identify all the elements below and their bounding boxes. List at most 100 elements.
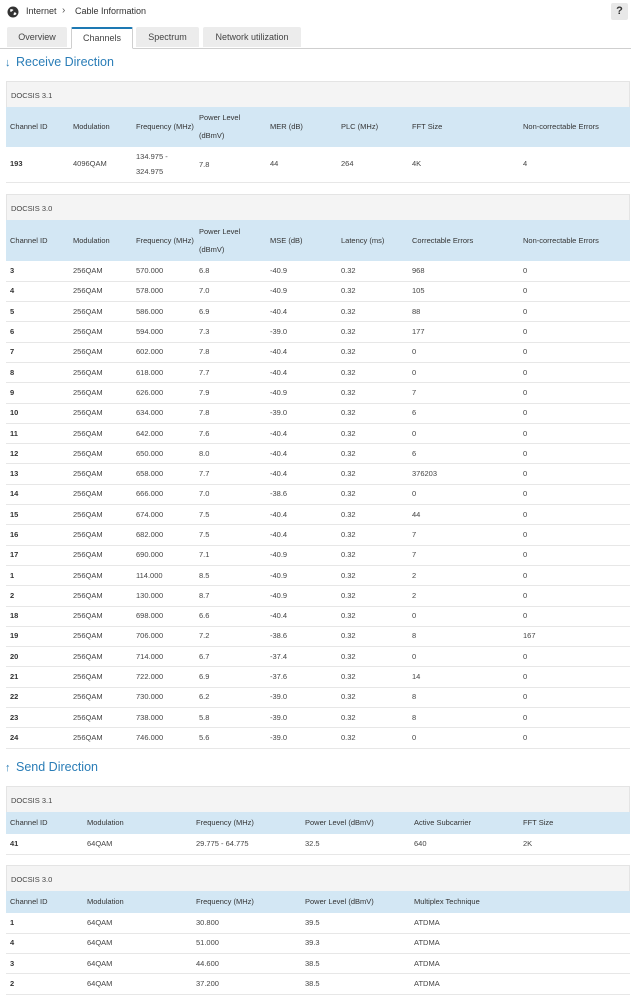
table-cell: -40.4 (266, 606, 337, 627)
table-cell: -37.4 (266, 646, 337, 668)
table-cell: 6.8 (195, 261, 266, 282)
table-cell: ATDMA (410, 953, 630, 975)
table-cell: ATDMA (410, 933, 630, 955)
tab-bar: Overview Channels Spectrum Network utili… (0, 27, 631, 49)
column-header: Latency (ms) (337, 220, 408, 261)
column-header: Frequency (MHz) (192, 891, 301, 913)
table-row: 8 256QAM 618.000 7.7 -40.4 0.32 0 0 (6, 362, 630, 384)
table-row: 18 256QAM 698.000 6.6 -40.4 0.32 0 0 (6, 606, 630, 627)
table-cell: 0.32 (337, 382, 408, 404)
tab-channels[interactable]: Channels (71, 27, 133, 49)
tab-overview[interactable]: Overview (7, 27, 67, 47)
column-header: Active Subcarrier (410, 812, 519, 834)
table-cell: 640 (410, 834, 519, 855)
table-cell: 0.32 (337, 321, 408, 343)
table-row: 5 256QAM 586.000 6.9 -40.4 0.32 88 0 (6, 301, 630, 323)
table-cell: 177 (408, 321, 519, 343)
table-row: 3 64QAM 44.600 38.5 ATDMA (6, 953, 630, 975)
table-cell: 682.000 (132, 524, 195, 546)
table-cell: 690.000 (132, 545, 195, 566)
table-cell: 0.32 (337, 565, 408, 587)
table-cell: 256QAM (69, 585, 132, 607)
table-row: 16 256QAM 682.000 7.5 -40.4 0.32 7 0 (6, 524, 630, 546)
table-cell: 0.32 (337, 606, 408, 627)
table-cell: 256QAM (69, 382, 132, 404)
table-cell: 714.000 (132, 646, 195, 668)
channel-id-cell: 10 (6, 403, 69, 424)
table-cell: 6.6 (195, 606, 266, 627)
table-cell: 666.000 (132, 484, 195, 506)
table-cell: -39.0 (266, 687, 337, 709)
table-cell: 0 (408, 342, 519, 363)
table-cell: 0 (408, 423, 519, 445)
table-cell: 0.32 (337, 301, 408, 323)
breadcrumb-root[interactable]: Internet (26, 6, 57, 16)
table-cell: 6 (408, 403, 519, 424)
table-cell: 0 (519, 281, 630, 303)
channel-id-cell: 2 (6, 973, 83, 995)
table-cell: 0.32 (337, 504, 408, 526)
table-cell: 0 (519, 321, 630, 343)
table-cell: 650.000 (132, 443, 195, 465)
table-cell: 256QAM (69, 646, 132, 668)
channel-id-cell: 4 (6, 933, 83, 955)
column-header: MSE (dB) (266, 220, 337, 261)
column-header: Multiplex Technique (410, 891, 630, 913)
channel-id-cell: 12 (6, 443, 69, 465)
table-cell: 0 (519, 423, 630, 445)
help-button[interactable]: ? (611, 3, 628, 20)
table-cell: 6.9 (195, 301, 266, 323)
table-cell: -40.4 (266, 443, 337, 465)
column-header: Non-correctable Errors (519, 220, 630, 261)
table-cell: 0 (519, 301, 630, 323)
table-cell: ATDMA (410, 973, 630, 995)
table-cell: -40.4 (266, 301, 337, 323)
table-cell: 586.000 (132, 301, 195, 323)
table-cell: 738.000 (132, 707, 195, 729)
channel-id-cell: 24 (6, 727, 69, 749)
table-row: 20 256QAM 714.000 6.7 -37.4 0.32 0 0 (6, 646, 630, 668)
table-cell: 5.8 (195, 707, 266, 729)
table-cell: 7.8 (195, 147, 266, 183)
table-cell: 44.600 (192, 953, 301, 975)
channel-id-cell: 7 (6, 342, 69, 363)
table-cell: 64QAM (83, 973, 192, 995)
table-cell: -40.4 (266, 423, 337, 445)
table-cell: 256QAM (69, 443, 132, 465)
table-cell: 29.775 - 64.775 (192, 834, 301, 855)
top-bar: Internet › Cable Information ? (0, 0, 631, 24)
table-cell: 0 (519, 545, 630, 566)
channel-id-cell: 13 (6, 463, 69, 485)
table-cell: 570.000 (132, 261, 195, 282)
table-row: 24 256QAM 746.000 5.6 -39.0 0.32 0 0 (6, 727, 630, 749)
table-cell: 8 (408, 626, 519, 648)
table-cell: 0.32 (337, 585, 408, 607)
table-cell: 722.000 (132, 666, 195, 688)
table-cell: 256QAM (69, 707, 132, 729)
column-header: Channel ID (6, 891, 83, 913)
column-header: Power Level (dBmV) (301, 812, 410, 834)
table-cell: 4 (519, 147, 630, 183)
table-cell: 30.800 (192, 913, 301, 934)
table-row: 22 256QAM 730.000 6.2 -39.0 0.32 8 0 (6, 687, 630, 709)
table-cell: 0.32 (337, 626, 408, 648)
tab-network-utilization[interactable]: Network utilization (203, 27, 301, 47)
channel-id-cell: 2 (6, 585, 69, 607)
table-cell: 0 (519, 484, 630, 506)
channel-id-cell: 1 (6, 565, 69, 587)
table-cell: 7.0 (195, 484, 266, 506)
table-cell: 64QAM (83, 933, 192, 955)
column-header: Frequency (MHz) (132, 220, 195, 261)
tab-spectrum[interactable]: Spectrum (136, 27, 199, 47)
table-cell: 37.200 (192, 973, 301, 995)
table-cell: 256QAM (69, 606, 132, 627)
table-cell: 6 (408, 443, 519, 465)
table-cell: 0 (519, 261, 630, 282)
table-cell: 0 (519, 707, 630, 729)
send-docsis30-table: Channel ID Modulation Frequency (MHz) Power… (6, 891, 630, 995)
channel-id-cell: 23 (6, 707, 69, 729)
table-cell: 0.32 (337, 646, 408, 668)
column-header: Channel ID (6, 220, 69, 261)
table-cell: 730.000 (132, 687, 195, 709)
column-header: Power Level (dBmV) (195, 220, 266, 261)
